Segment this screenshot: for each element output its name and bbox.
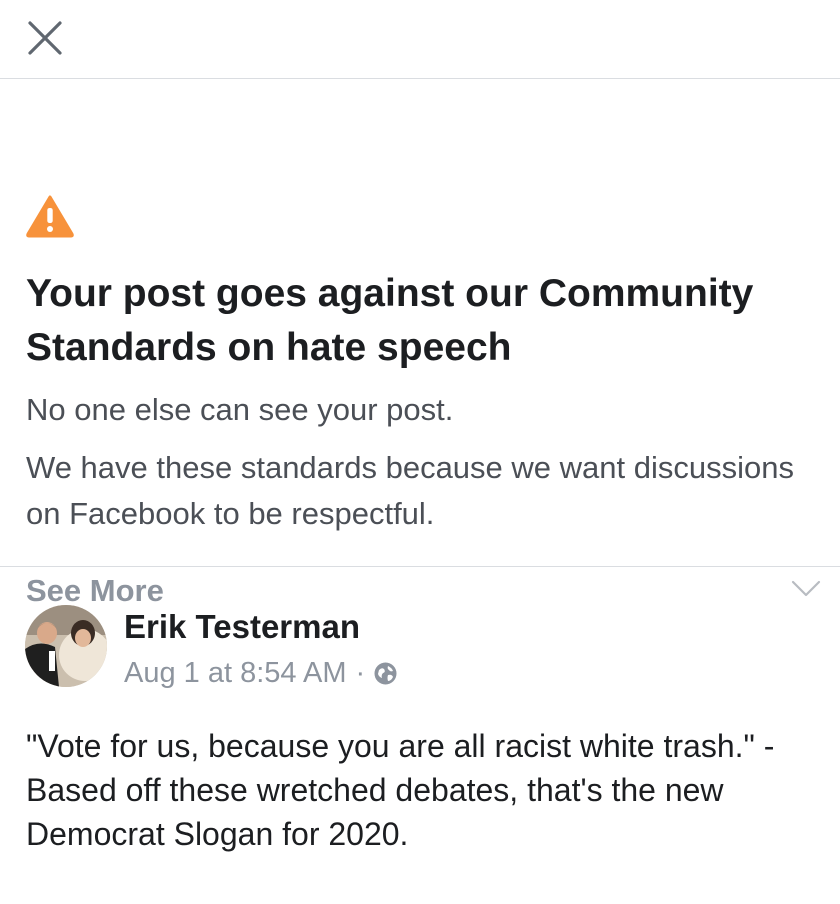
post-author-name[interactable]: Erik Testerman: [124, 607, 360, 647]
close-icon[interactable]: [26, 19, 64, 57]
post-timestamp[interactable]: Aug 1 at 8:54 AM: [124, 657, 346, 690]
post-body-text: "Vote for us, because you are all racist…: [26, 728, 775, 852]
globe-icon[interactable]: [373, 661, 398, 686]
avatar[interactable]: [25, 605, 107, 687]
meta-separator: ·: [355, 656, 366, 689]
avatar-photo: [25, 605, 107, 687]
warning-icon: [26, 195, 74, 238]
notice-visibility-text: No one else can see your post.: [26, 392, 454, 427]
notice-explanation-text: We have these standards because we want …: [26, 450, 794, 531]
notice-title: Your post goes against our Community Sta…: [26, 272, 754, 369]
top-bar: [0, 0, 840, 79]
post-card: Erik Testerman Aug 1 at 8:54 AM · "Vote …: [0, 567, 840, 904]
community-standards-notice: Your post goes against our Community Sta…: [0, 79, 840, 608]
post-meta: Aug 1 at 8:54 AM ·: [124, 653, 398, 693]
